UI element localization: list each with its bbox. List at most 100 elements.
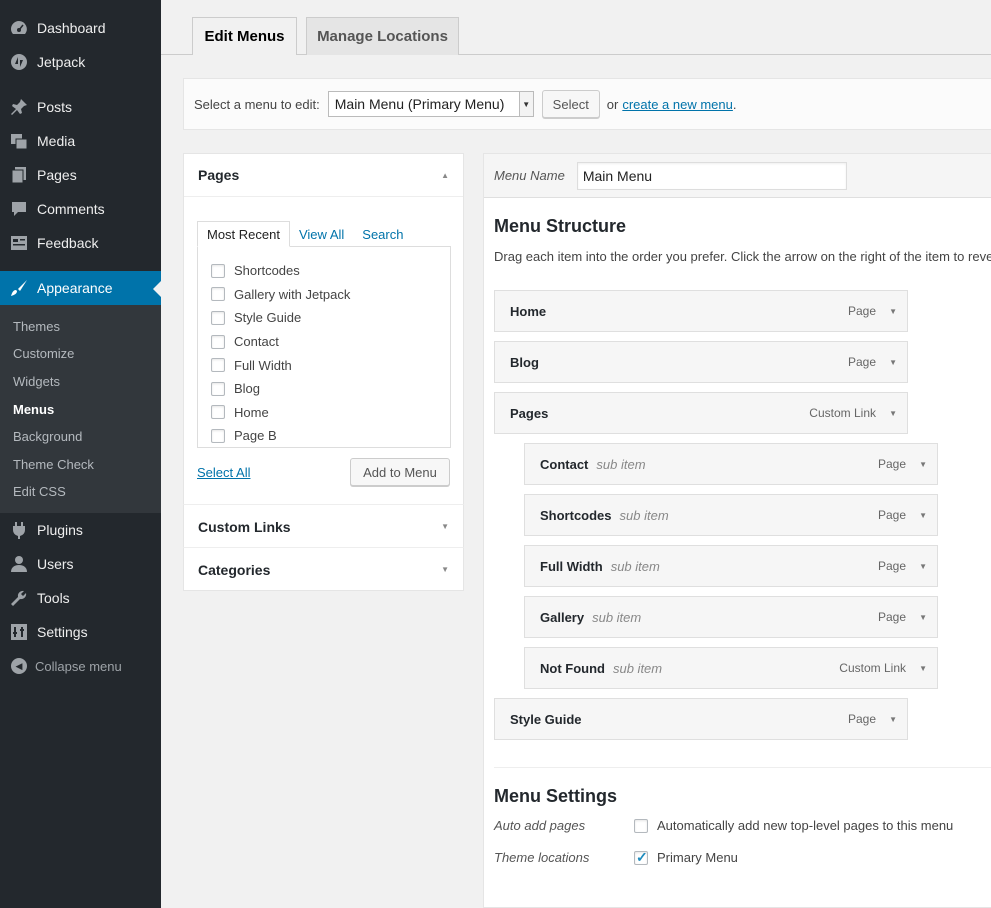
appearance-submenu: Themes Customize Widgets Menus Backgroun… [0, 305, 161, 513]
menu-item-subtag: sub item [610, 558, 660, 574]
menu-item-subtag: sub item [596, 456, 646, 472]
pages-box-header[interactable]: Pages ▲ [184, 154, 463, 197]
submenu-edit-css[interactable]: Edit CSS [13, 484, 66, 499]
auto-add-label: Auto add pages [494, 818, 586, 833]
submenu-menus[interactable]: Menus [13, 402, 54, 417]
submenu-themes[interactable]: Themes [13, 319, 60, 334]
expand-down-icon[interactable]: ▼ [889, 715, 897, 724]
auto-add-checkbox[interactable] [634, 818, 648, 833]
custom-links-metabox: Custom Links ▼ [183, 504, 464, 548]
primary-menu-checkbox[interactable] [634, 849, 648, 866]
paintbrush-icon [9, 278, 29, 298]
menu-item-pages[interactable]: Pages Custom Link ▼ [494, 392, 908, 434]
nav-plugins[interactable]: Plugins [0, 513, 161, 547]
nav-tools[interactable]: Tools [0, 581, 161, 615]
menu-item-blog[interactable]: Blog Page ▼ [494, 341, 908, 383]
nav-settings[interactable]: Settings [0, 615, 161, 649]
expand-down-icon[interactable]: ▼ [919, 562, 927, 571]
tab-edit-menus[interactable]: Edit Menus [192, 17, 297, 55]
menu-item-gallery[interactable]: Gallery sub item Page ▼ [524, 596, 938, 638]
custom-links-header[interactable]: Custom Links ▼ [184, 505, 463, 548]
menu-name-input[interactable]: Main Menu [576, 161, 847, 190]
menu-item-type: Page [877, 508, 906, 522]
select-button[interactable]: Select [541, 90, 600, 118]
page-label: Full Width [234, 357, 292, 373]
menu-select-dropdown[interactable]: Main Menu (Primary Menu) ▼ [327, 91, 534, 117]
page-checkbox[interactable] [211, 428, 225, 443]
tab-search[interactable]: Search [353, 221, 412, 247]
expand-down-icon[interactable]: ▼ [441, 565, 449, 574]
auto-add-row: Auto add pages Automatically add new top… [494, 818, 953, 833]
nav-label: Appearance [37, 280, 113, 296]
nav-label: Users [37, 556, 74, 572]
expand-down-icon[interactable]: ▼ [889, 358, 897, 367]
menu-item-title: Not Found [540, 660, 605, 676]
submenu-background[interactable]: Background [13, 429, 82, 444]
categories-header[interactable]: Categories ▼ [184, 548, 463, 591]
nav-jetpack[interactable]: Jetpack [0, 45, 161, 79]
categories-metabox: Categories ▼ [183, 547, 464, 591]
menu-structure-title: Menu Structure [494, 216, 627, 236]
submenu-theme-check[interactable]: Theme Check [13, 457, 94, 472]
select-menu-label: Select a menu to edit: [194, 96, 320, 112]
nav-label: Media [37, 133, 76, 149]
nav-label: Feedback [37, 235, 99, 251]
page-checkbox[interactable] [211, 405, 225, 420]
tab-most-recent[interactable]: Most Recent [197, 221, 290, 247]
nav-media[interactable]: Media [0, 124, 161, 158]
menu-item-contact[interactable]: Contact sub item Page ▼ [524, 443, 938, 485]
expand-down-icon[interactable]: ▼ [441, 522, 449, 531]
list-item: Blog [198, 377, 450, 401]
menu-item-style-guide[interactable]: Style Guide Page ▼ [494, 698, 908, 740]
menu-item-home[interactable]: Home Page ▼ [494, 290, 908, 332]
nav-users[interactable]: Users [0, 547, 161, 581]
expand-down-icon[interactable]: ▼ [889, 409, 897, 418]
nav-label: Posts [37, 99, 73, 115]
menu-item-not-found[interactable]: Not Found sub item Custom Link ▼ [524, 647, 938, 689]
collapse-menu-button[interactable]: ◀ Collapse menu [0, 655, 161, 677]
menu-item-type: Custom Link [839, 661, 906, 675]
expand-down-icon[interactable]: ▼ [919, 511, 927, 520]
page-checkbox[interactable] [211, 381, 225, 396]
create-menu-text: or create a new menu. [607, 97, 737, 112]
nav-posts[interactable]: Posts [0, 90, 161, 124]
page-checkbox[interactable] [211, 287, 225, 302]
menu-name-label: Menu Name [494, 168, 565, 183]
tab-manage-locations[interactable]: Manage Locations [306, 17, 459, 55]
nav-comments[interactable]: Comments [0, 192, 161, 226]
add-to-menu-button[interactable]: Add to Menu [350, 458, 450, 486]
select-all-link[interactable]: Select All [197, 465, 250, 480]
nav-feedback[interactable]: Feedback [0, 226, 161, 260]
tab-view-all[interactable]: View All [290, 221, 353, 247]
nav-appearance[interactable]: Appearance [0, 271, 161, 305]
media-icon [9, 131, 29, 151]
expand-down-icon[interactable]: ▼ [919, 460, 927, 469]
expand-down-icon[interactable]: ▼ [889, 307, 897, 316]
nav-label: Comments [37, 201, 105, 217]
list-item: Full Width [198, 353, 450, 377]
menu-item-full-width[interactable]: Full Width sub item Page ▼ [524, 545, 938, 587]
menu-structure-description: Drag each item into the order you prefer… [494, 249, 991, 264]
pages-checklist: Shortcodes Gallery with Jetpack Style Gu… [197, 246, 451, 448]
plugin-icon [9, 520, 29, 540]
list-item: Gallery with Jetpack [198, 283, 450, 307]
jetpack-icon [9, 52, 29, 72]
pin-icon [9, 97, 29, 117]
nav-label: Tools [37, 590, 70, 606]
expand-down-icon[interactable]: ▼ [919, 664, 927, 673]
collapse-up-icon[interactable]: ▲ [441, 171, 449, 180]
expand-down-icon[interactable]: ▼ [919, 613, 927, 622]
dropdown-arrow-icon: ▼ [518, 92, 533, 116]
page-checkbox[interactable] [211, 310, 225, 325]
menu-item-type: Custom Link [809, 406, 876, 420]
create-new-menu-link[interactable]: create a new menu [622, 97, 733, 112]
list-item: Style Guide [198, 306, 450, 330]
submenu-customize[interactable]: Customize [13, 346, 74, 361]
page-checkbox[interactable] [211, 263, 225, 278]
page-checkbox[interactable] [211, 334, 225, 349]
nav-pages[interactable]: Pages [0, 158, 161, 192]
submenu-widgets[interactable]: Widgets [13, 374, 60, 389]
page-checkbox[interactable] [211, 358, 225, 373]
nav-dashboard[interactable]: Dashboard [0, 11, 161, 45]
menu-item-shortcodes[interactable]: Shortcodes sub item Page ▼ [524, 494, 938, 536]
